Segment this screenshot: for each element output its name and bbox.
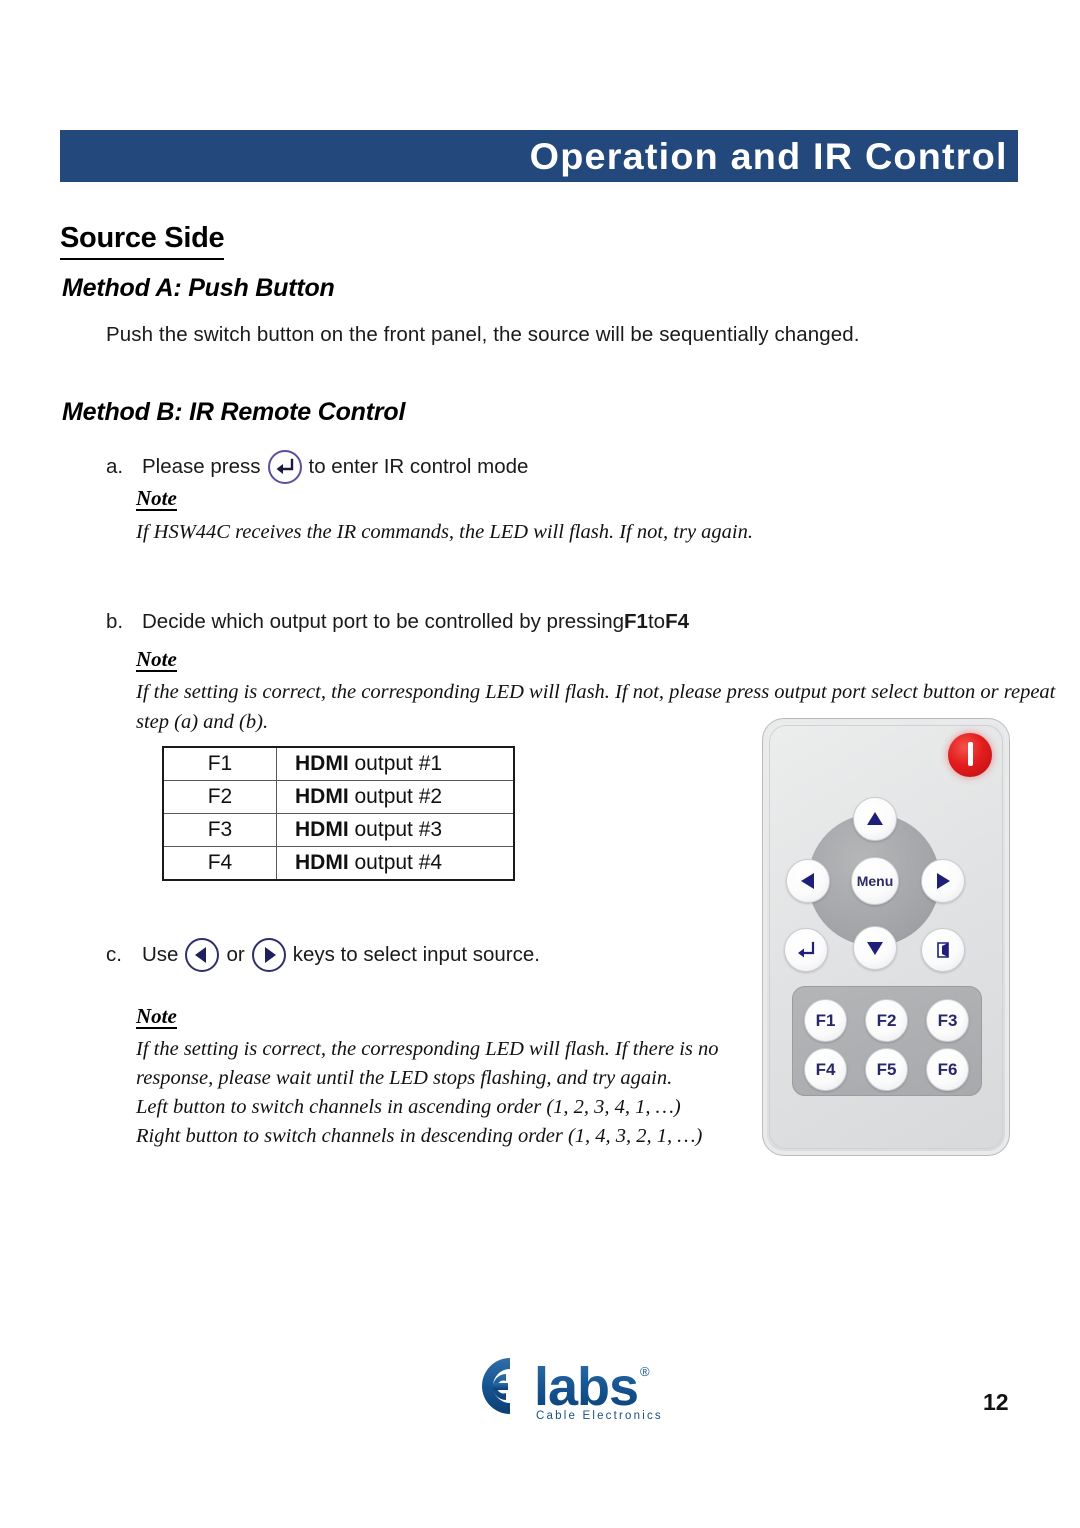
remote-key-f1-label: F1 xyxy=(815,1010,836,1030)
enter-key-icon xyxy=(267,450,302,484)
remote-key-f3: F3 xyxy=(926,999,969,1042)
table-cell-label-rest: output #2 xyxy=(348,785,443,808)
note-body-b-line-0: If the setting is correct, the correspon… xyxy=(136,681,1056,703)
remote-key-f1: F1 xyxy=(804,999,847,1042)
table-cell-label-bold: HDMI xyxy=(295,752,349,775)
list-item-step-c: c. Use or keys to select input source. xyxy=(106,938,540,972)
arrow-right-icon xyxy=(921,859,965,903)
note-body-c-line-0: If the setting is correct, the correspon… xyxy=(136,1038,719,1060)
note-label-a: Note xyxy=(136,486,177,512)
remote-key-f2-label: F2 xyxy=(876,1010,897,1030)
heading-method-b: Method B: IR Remote Control xyxy=(62,398,406,426)
heading-method-a: Method A: Push Button xyxy=(62,274,335,302)
step-a-marker: a. xyxy=(106,455,124,478)
svg-text:labs: labs xyxy=(534,1357,638,1417)
table-row: F3 HDMI output #3 xyxy=(162,813,515,847)
step-b-key-to: F4 xyxy=(665,610,690,633)
table-cell-label: HDMI output #1 xyxy=(276,746,515,781)
step-b-text-mid: to xyxy=(647,610,666,633)
table-row: F4 HDMI output #4 xyxy=(162,846,515,881)
fkey-output-table: F1 HDMI output #1 F2 HDMI output #2 F3 H… xyxy=(162,746,515,881)
table-cell-key: F1 xyxy=(162,746,277,781)
table-row: F1 HDMI output #1 xyxy=(162,746,515,781)
arrow-left-icon xyxy=(185,938,220,972)
remote-key-f6-label: F6 xyxy=(937,1059,958,1079)
note-label-c: Note xyxy=(136,1004,177,1030)
table-cell-label-rest: output #4 xyxy=(348,851,443,874)
document-page: Operation and IR Control Source Side Met… xyxy=(0,0,1080,1528)
page-header-title: Operation and IR Control xyxy=(529,135,1008,177)
arrow-right-icon xyxy=(251,938,286,972)
table-cell-label-bold: HDMI xyxy=(295,818,349,841)
power-icon xyxy=(948,733,992,777)
note-body-c-line-2: Left button to switch channels in ascend… xyxy=(136,1096,681,1118)
table-row: F2 HDMI output #2 xyxy=(162,780,515,814)
remote-key-f3-label: F3 xyxy=(937,1010,958,1030)
table-cell-label-bold: HDMI xyxy=(295,851,349,874)
table-cell-key: F4 xyxy=(162,846,277,881)
step-b-text: Decide which output port to be controlle… xyxy=(142,610,625,633)
step-c-marker: c. xyxy=(106,943,122,966)
remote-key-f4-label: F4 xyxy=(815,1059,836,1079)
note-label-b: Note xyxy=(136,647,177,673)
note-body-a-line-0: If HSW44C receives the IR commands, the … xyxy=(136,521,754,543)
menu-label: Menu xyxy=(856,873,894,889)
step-a-text-before: Please press xyxy=(142,455,261,478)
step-c-text-or: or xyxy=(226,943,245,966)
table-cell-label-rest: output #1 xyxy=(348,752,443,775)
menu-button: Menu xyxy=(851,857,899,905)
note-body-c-line-3: Right button to switch channels in desce… xyxy=(136,1125,703,1147)
remote-key-f2: F2 xyxy=(865,999,908,1042)
table-cell-label: HDMI output #4 xyxy=(276,846,515,881)
logo-subtitle: Cable Electronics xyxy=(536,1410,663,1422)
page-number: 12 xyxy=(983,1389,1009,1415)
table-cell-label-bold: HDMI xyxy=(295,785,349,808)
page-title: Source Side xyxy=(60,222,225,260)
arrow-left-icon xyxy=(786,859,830,903)
method-a-paragraph: Push the switch button on the front pane… xyxy=(106,323,860,346)
table-cell-key: F3 xyxy=(162,813,277,847)
step-c-text-after: keys to select input source. xyxy=(292,943,540,966)
remote-key-f5-label: F5 xyxy=(876,1059,897,1079)
note-body-b-line-1: step (a) and (b). xyxy=(136,711,269,733)
step-c-text-before: Use xyxy=(142,943,179,966)
step-a-text-after: to enter IR control mode xyxy=(308,455,529,478)
exit-icon xyxy=(921,928,965,972)
step-b-marker: b. xyxy=(106,610,124,633)
page-header-banner: Operation and IR Control xyxy=(60,130,1018,182)
table-cell-key: F2 xyxy=(162,780,277,814)
list-item-step-b: b. Decide which output port to be contro… xyxy=(106,610,689,634)
svg-text:®: ® xyxy=(640,1364,650,1379)
arrow-up-icon xyxy=(853,797,897,841)
arrow-down-icon xyxy=(853,926,897,970)
table-cell-label: HDMI output #2 xyxy=(276,780,515,814)
note-body-c-line-1: response, please wait until the LED stop… xyxy=(136,1067,673,1089)
remote-key-f6: F6 xyxy=(926,1048,969,1091)
ir-remote-control-image: Menu F1 F2 F3 F4 F5 F6 xyxy=(762,718,1010,1156)
table-cell-label: HDMI output #3 xyxy=(276,813,515,847)
remote-key-f4: F4 xyxy=(804,1048,847,1091)
power-bar xyxy=(967,742,973,766)
table-cell-label-rest: output #3 xyxy=(348,818,443,841)
step-b-key-from: F1 xyxy=(624,610,648,633)
remote-key-f5: F5 xyxy=(865,1048,908,1091)
enter-key-icon xyxy=(784,928,828,972)
ce-labs-logo: labs ® Cable Electronics xyxy=(462,1348,662,1440)
table-body: F1 HDMI output #1 F2 HDMI output #2 F3 H… xyxy=(162,746,515,881)
list-item-step-a: a. Please press to enter IR control mode xyxy=(106,450,528,484)
